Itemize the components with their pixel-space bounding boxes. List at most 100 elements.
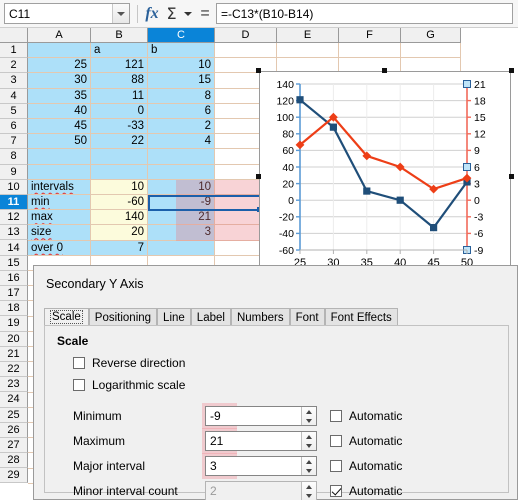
chart-marker-a-1[interactable] — [329, 123, 337, 131]
row-header-5[interactable]: 5 — [0, 103, 28, 119]
cell-A5[interactable]: 40 — [28, 103, 91, 119]
row-header-17[interactable]: 17 — [0, 286, 28, 302]
row-header-25[interactable]: 25 — [0, 407, 28, 423]
cell-B12[interactable]: 140 — [91, 210, 148, 226]
cell-B14[interactable]: 7 — [91, 240, 148, 256]
row-header-9[interactable]: 9 — [0, 164, 28, 180]
cell-C2[interactable]: 10 — [148, 58, 215, 74]
cell-B5[interactable]: 0 — [91, 103, 148, 119]
chart-resize-handle-e[interactable] — [509, 174, 514, 179]
name-box[interactable]: C11 — [4, 3, 130, 24]
row-header-19[interactable]: 19 — [0, 316, 28, 332]
row-header-7[interactable]: 7 — [0, 134, 28, 150]
maximum-automatic-checkbox[interactable] — [330, 435, 342, 447]
column-header-f[interactable]: F — [339, 28, 401, 43]
cell-A12[interactable]: max — [28, 210, 91, 226]
cell-A9[interactable] — [28, 164, 91, 180]
formula-input[interactable]: =-C13*(B10-B14) — [216, 3, 513, 24]
reverse-direction-row[interactable]: Reverse direction — [73, 356, 185, 370]
cell-C4[interactable]: 8 — [148, 88, 215, 104]
cell-B8[interactable] — [91, 149, 148, 165]
column-header-e[interactable]: E — [277, 28, 339, 43]
cell-A7[interactable]: 50 — [28, 134, 91, 150]
cell-B3[interactable]: 88 — [91, 73, 148, 89]
cell-C6[interactable]: 2 — [148, 119, 215, 135]
row-header-24[interactable]: 24 — [0, 392, 28, 408]
spinner-down-icon[interactable] — [302, 466, 316, 475]
cell-B1[interactable]: a — [91, 43, 148, 59]
cell-A8[interactable] — [28, 149, 91, 165]
spinner-up-icon[interactable] — [302, 457, 316, 466]
cell-A2[interactable]: 25 — [28, 58, 91, 74]
tab-line[interactable]: Line — [157, 308, 191, 326]
chart-object[interactable]: 140 120 100 80 60 40 20 0 -20 -40 -60 21 18 15 12 9 6 3 0 -… — [256, 68, 514, 286]
cell-C1[interactable]: b — [148, 43, 215, 59]
chart-resize-handle-nw[interactable] — [256, 68, 261, 73]
row-header-16[interactable]: 16 — [0, 270, 28, 286]
cell-C5[interactable]: 6 — [148, 103, 215, 119]
row-header-8[interactable]: 8 — [0, 149, 28, 165]
major-interval-input[interactable]: 3 — [206, 457, 301, 475]
chart-resize-handle-n[interactable] — [382, 68, 387, 73]
major-interval-spinner[interactable]: 3 — [205, 456, 317, 476]
cell-A6[interactable]: 45 — [28, 119, 91, 135]
minimum-automatic-row[interactable]: Automatic — [330, 409, 402, 423]
cell-G1[interactable] — [401, 43, 461, 59]
row-header-1[interactable]: 1 — [0, 43, 28, 59]
spinner-down-icon[interactable] — [302, 416, 316, 425]
chart-resize-handle-ne[interactable] — [509, 68, 514, 73]
row-header-28[interactable]: 28 — [0, 453, 28, 469]
cell-B10[interactable]: 10 — [91, 179, 148, 195]
tab-positioning[interactable]: Positioning — [88, 308, 158, 326]
function-icon[interactable]: fx — [143, 2, 161, 26]
column-header-c[interactable]: C — [148, 28, 215, 43]
cell-A11[interactable]: min — [28, 195, 91, 211]
row-header-4[interactable]: 4 — [0, 88, 28, 104]
chart-marker-a-3[interactable] — [396, 196, 404, 204]
tab-numbers[interactable]: Numbers — [230, 308, 290, 326]
cell-C9[interactable] — [148, 164, 215, 180]
cell-A13[interactable]: size — [28, 225, 91, 241]
cell-A10[interactable]: intervals — [28, 179, 91, 195]
row-header-18[interactable]: 18 — [0, 301, 28, 317]
spinner-up-icon[interactable] — [302, 432, 316, 441]
select-all-corner[interactable] — [0, 28, 28, 43]
row-header-29[interactable]: 29 — [0, 468, 28, 484]
major-interval-automatic-row[interactable]: Automatic — [330, 459, 402, 473]
sum-icon[interactable]: Σ — [163, 2, 180, 26]
cell-B7[interactable]: 22 — [91, 134, 148, 150]
column-header-g[interactable]: G — [401, 28, 461, 43]
minor-interval-count-spinner[interactable]: 2 — [205, 481, 317, 500]
row-header-11[interactable]: 11 — [0, 194, 28, 211]
spinner-up-icon[interactable] — [302, 482, 316, 491]
cell-B4[interactable]: 11 — [91, 88, 148, 104]
logarithmic-scale-row[interactable]: Logarithmic scale — [73, 378, 185, 392]
cell-A3[interactable]: 30 — [28, 73, 91, 89]
row-header-10[interactable]: 10 — [0, 179, 28, 195]
column-header-b[interactable]: B — [91, 28, 148, 43]
axis-properties-dialog[interactable]: Secondary Y Axis Scale Positioning Line Lab… — [33, 265, 518, 500]
equals-icon[interactable]: = — [196, 2, 214, 26]
minimum-spinner[interactable]: -9 — [205, 406, 317, 426]
row-header-12[interactable]: 12 — [0, 210, 28, 226]
chart-series-line-a[interactable] — [299, 98, 468, 230]
row-header-20[interactable]: 20 — [0, 331, 28, 347]
row-header-21[interactable]: 21 — [0, 346, 28, 362]
chart-series-line-b[interactable] — [299, 115, 468, 191]
cell-C3[interactable]: 15 — [148, 73, 215, 89]
tab-font[interactable]: Font — [289, 308, 325, 326]
row-header-14[interactable]: 14 — [0, 240, 28, 256]
cell-C8[interactable] — [148, 149, 215, 165]
sum-dropdown-icon[interactable] — [182, 2, 194, 26]
cell-E1[interactable] — [277, 43, 339, 59]
spinner-down-icon[interactable] — [302, 441, 316, 450]
row-header-13[interactable]: 13 — [0, 225, 28, 241]
cell-B6[interactable]: -33 — [91, 119, 148, 135]
column-header-d[interactable]: D — [215, 28, 277, 43]
maximum-spin-buttons[interactable] — [301, 432, 316, 450]
maximum-spinner[interactable]: 21 — [205, 431, 317, 451]
logarithmic-scale-checkbox[interactable] — [73, 379, 85, 391]
tab-scale[interactable]: Scale — [44, 308, 89, 326]
row-header-3[interactable]: 3 — [0, 73, 28, 89]
chart-resize-handle-w[interactable] — [256, 174, 261, 179]
